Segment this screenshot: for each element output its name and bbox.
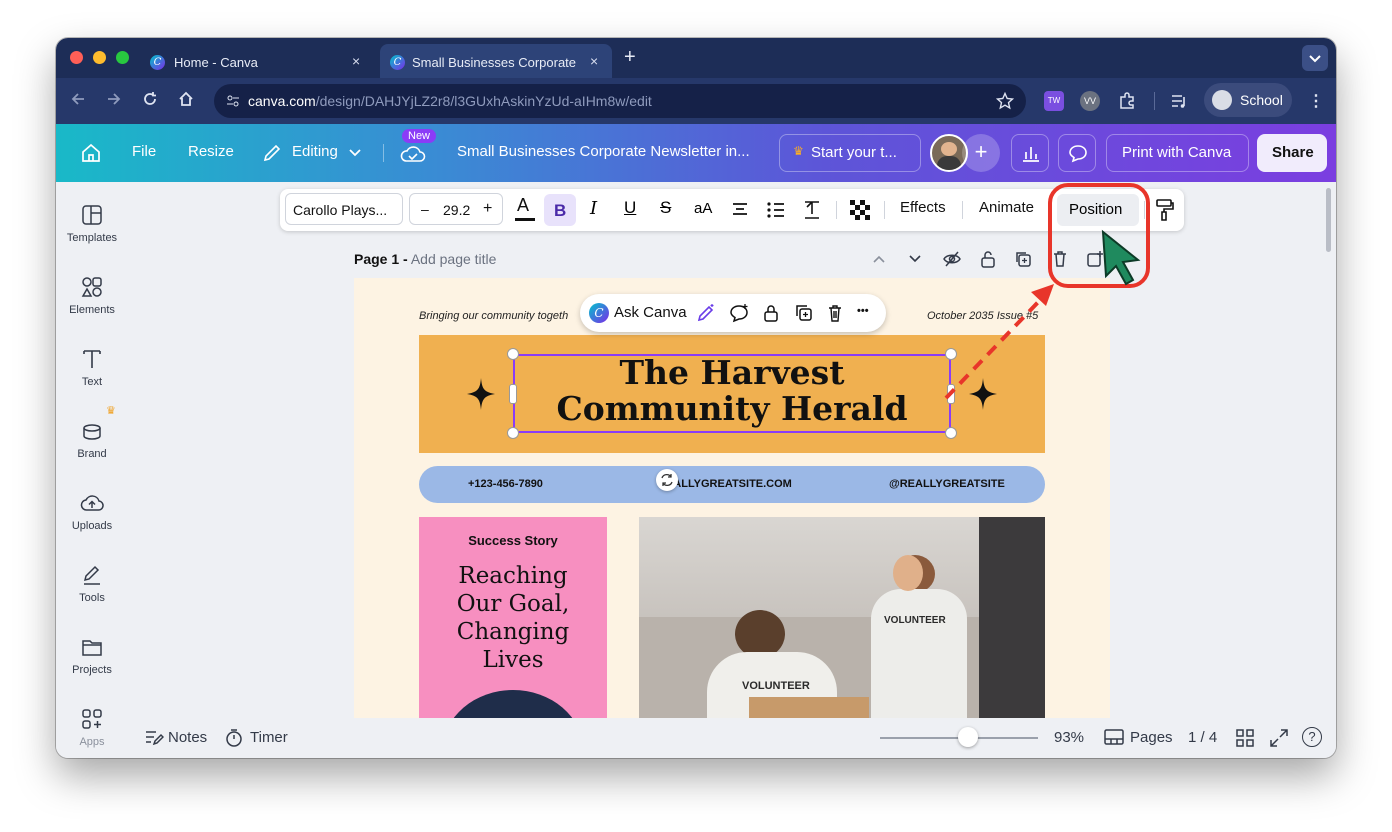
- notes-button[interactable]: Notes: [168, 729, 207, 746]
- callout-arrow: [944, 294, 1046, 400]
- zoom-percentage[interactable]: 93%: [1054, 729, 1084, 746]
- notes-icon[interactable]: [144, 729, 165, 751]
- grid-view-icon[interactable]: [1236, 729, 1254, 751]
- pages-icon[interactable]: [1104, 728, 1124, 750]
- timer-icon[interactable]: [225, 728, 243, 752]
- annotation-overlay: [944, 183, 1150, 400]
- callout-box: [1048, 183, 1150, 288]
- page-counter: 1 / 4: [1188, 729, 1218, 746]
- pages-button[interactable]: Pages: [1130, 729, 1173, 746]
- cursor-pointer-icon: [1101, 229, 1141, 286]
- zoom-slider-handle[interactable]: [958, 727, 978, 747]
- editor-footer: Notes Timer 93% Pages 1 / 4 ?: [128, 718, 1336, 758]
- callout-arrowhead: [1031, 284, 1054, 306]
- timer-button[interactable]: Timer: [250, 729, 288, 746]
- browser-window: C Home - Canva × C Small Businesses Corp…: [56, 38, 1336, 758]
- help-button[interactable]: ?: [1302, 727, 1322, 747]
- fullscreen-icon[interactable]: [1270, 729, 1288, 751]
